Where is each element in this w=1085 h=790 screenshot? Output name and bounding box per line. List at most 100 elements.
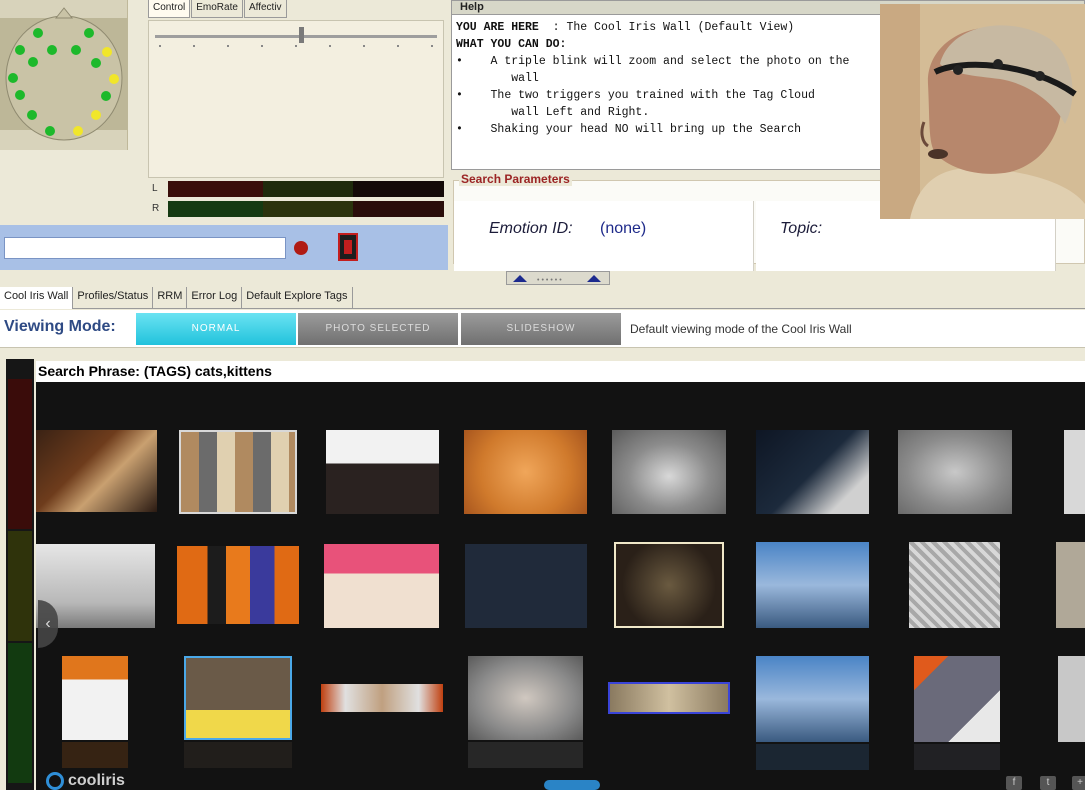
cooliris-frame: Search Phrase: (TAGS) cats,kittens ‹ coo…: [0, 349, 1085, 790]
photo-thumbnail[interactable]: [36, 430, 157, 512]
command-strip: [0, 225, 448, 270]
splitter-grip: ••••••: [537, 277, 564, 284]
signal-tabs: Control EmoRate Affectiv: [148, 0, 288, 18]
sensor-head-icon: [5, 7, 123, 141]
webcam-feed: [880, 4, 1085, 219]
tab-profiles-status[interactable]: Profiles/Status: [73, 287, 154, 309]
share-icon[interactable]: +: [1072, 776, 1085, 790]
cooliris-brand-text: cooliris: [68, 772, 125, 789]
sensitivity-slider-thumb[interactable]: [299, 27, 304, 43]
photo-thumbnail[interactable]: [1058, 656, 1085, 742]
tab-default-explore-tags[interactable]: Default Explore Tags: [242, 287, 353, 309]
tab-emorate[interactable]: EmoRate: [191, 0, 243, 18]
photo-thumbnail[interactable]: [326, 430, 439, 514]
bar-segment: [263, 201, 353, 217]
emotion-id-label: Emotion ID:: [489, 220, 573, 237]
signal-area: [148, 20, 444, 178]
slider-tick: [159, 45, 161, 47]
slider-tick: [193, 45, 195, 47]
mode-slideshow-button[interactable]: SLIDESHOW: [461, 313, 621, 345]
collapse-up-icon[interactable]: [587, 275, 601, 282]
photo-thumbnail[interactable]: [1064, 430, 1085, 514]
thumbnail-reflection: [62, 742, 128, 768]
main-tab-bar: Cool Iris Wall Profiles/Status RRM Error…: [0, 287, 1085, 309]
thumbnail-reflection: [914, 744, 1000, 770]
webcam-person-image: [880, 4, 1085, 219]
mode-normal-button[interactable]: NORMAL: [136, 313, 296, 345]
photo-thumbnail[interactable]: [324, 544, 439, 628]
meter-segment: [8, 379, 32, 529]
help-bullet: The two triggers you trained with the Ta…: [490, 89, 815, 119]
left-channel-label: L: [152, 183, 158, 194]
slider-tick: [397, 45, 399, 47]
photo-thumbnail[interactable]: [898, 430, 1012, 514]
you-are-here-label: YOU ARE HERE: [456, 21, 539, 34]
photo-thumbnail[interactable]: [179, 430, 297, 514]
bar-segment: [353, 181, 444, 197]
thumbnail-reflection: [184, 742, 292, 768]
meter-segment: [8, 531, 32, 641]
slider-tick: [329, 45, 331, 47]
slider-tick: [261, 45, 263, 47]
sensor-head-map: [0, 0, 128, 150]
photo-thumbnail[interactable]: [465, 544, 587, 628]
photo-thumbnail[interactable]: [612, 430, 726, 514]
right-channel-bar: [168, 201, 444, 217]
facebook-icon[interactable]: f: [1006, 776, 1022, 790]
thumbnail-reflection: [468, 742, 583, 768]
photo-thumbnail[interactable]: [184, 656, 292, 740]
meter-segment: [8, 643, 32, 783]
tab-rrm[interactable]: RRM: [153, 287, 188, 309]
search-phrase: Search Phrase: (TAGS) cats,kittens: [36, 361, 1085, 382]
record-icon[interactable]: [294, 241, 308, 255]
command-input[interactable]: [4, 237, 286, 259]
signal-panel: Control EmoRate Affectiv L R: [128, 0, 448, 225]
photo-thumbnail[interactable]: [614, 542, 724, 628]
photo-thumbnail[interactable]: [914, 656, 1000, 742]
viewing-mode-row: Viewing Mode: NORMAL PHOTO SELECTED SLID…: [0, 310, 1085, 348]
photo-thumbnail[interactable]: [468, 656, 583, 740]
sensitivity-slider-track[interactable]: [155, 35, 437, 38]
level-meter: [6, 359, 34, 790]
photo-thumbnail[interactable]: [62, 656, 128, 740]
twitter-icon[interactable]: t: [1040, 776, 1056, 790]
viewing-mode-label: Viewing Mode:: [4, 318, 116, 335]
tab-affectiv[interactable]: Affectiv: [243, 0, 287, 18]
slider-tick: [431, 45, 433, 47]
photo-thumbnail[interactable]: [608, 682, 730, 714]
left-channel-bar: [168, 181, 444, 197]
mode-photo-selected-button[interactable]: PHOTO SELECTED: [298, 313, 458, 345]
what-you-can-do-label: WHAT YOU CAN DO:: [456, 38, 567, 51]
photo-thumbnail[interactable]: [321, 684, 443, 712]
photo-thumbnail[interactable]: [909, 542, 1000, 628]
tab-error-log[interactable]: Error Log: [187, 287, 243, 309]
app-window: Control EmoRate Affectiv L R Help YOU AR…: [0, 0, 1085, 790]
you-are-here-value: : The Cool Iris Wall (Default View): [552, 21, 795, 34]
device-icon[interactable]: [338, 233, 358, 261]
bar-segment: [168, 201, 263, 217]
photo-thumbnail[interactable]: [756, 656, 869, 742]
photo-thumbnail[interactable]: [464, 430, 587, 514]
collapse-up-icon[interactable]: [513, 275, 527, 282]
slider-tick: [295, 45, 297, 47]
panel-splitter[interactable]: ••••••: [506, 271, 610, 285]
bar-segment: [263, 181, 353, 197]
cooliris-logo-icon: [46, 772, 64, 790]
search-parameters-legend: Search Parameters: [459, 172, 572, 186]
thumbnail-reflection: [756, 744, 869, 770]
photo-thumbnail[interactable]: [1056, 542, 1085, 628]
slider-tick: [363, 45, 365, 47]
help-bullet: Shaking your head NO will bring up the S…: [490, 123, 802, 136]
bar-segment: [353, 201, 444, 217]
tab-control[interactable]: Control: [148, 0, 191, 18]
cooliris-logo: cooliris: [46, 772, 125, 790]
photo-thumbnail[interactable]: [756, 430, 869, 514]
tab-cool-iris-wall[interactable]: Cool Iris Wall: [0, 287, 74, 309]
emotion-id-value: (none): [600, 220, 647, 237]
photo-thumbnail[interactable]: [756, 542, 869, 628]
help-body: YOU ARE HERE : The Cool Iris Wall (Defau…: [456, 21, 850, 136]
slider-tick: [227, 45, 229, 47]
photo-thumbnail[interactable]: [177, 546, 299, 624]
viewing-mode-description: Default viewing mode of the Cool Iris Wa…: [630, 322, 852, 336]
wall-scrollbar[interactable]: [544, 780, 600, 790]
